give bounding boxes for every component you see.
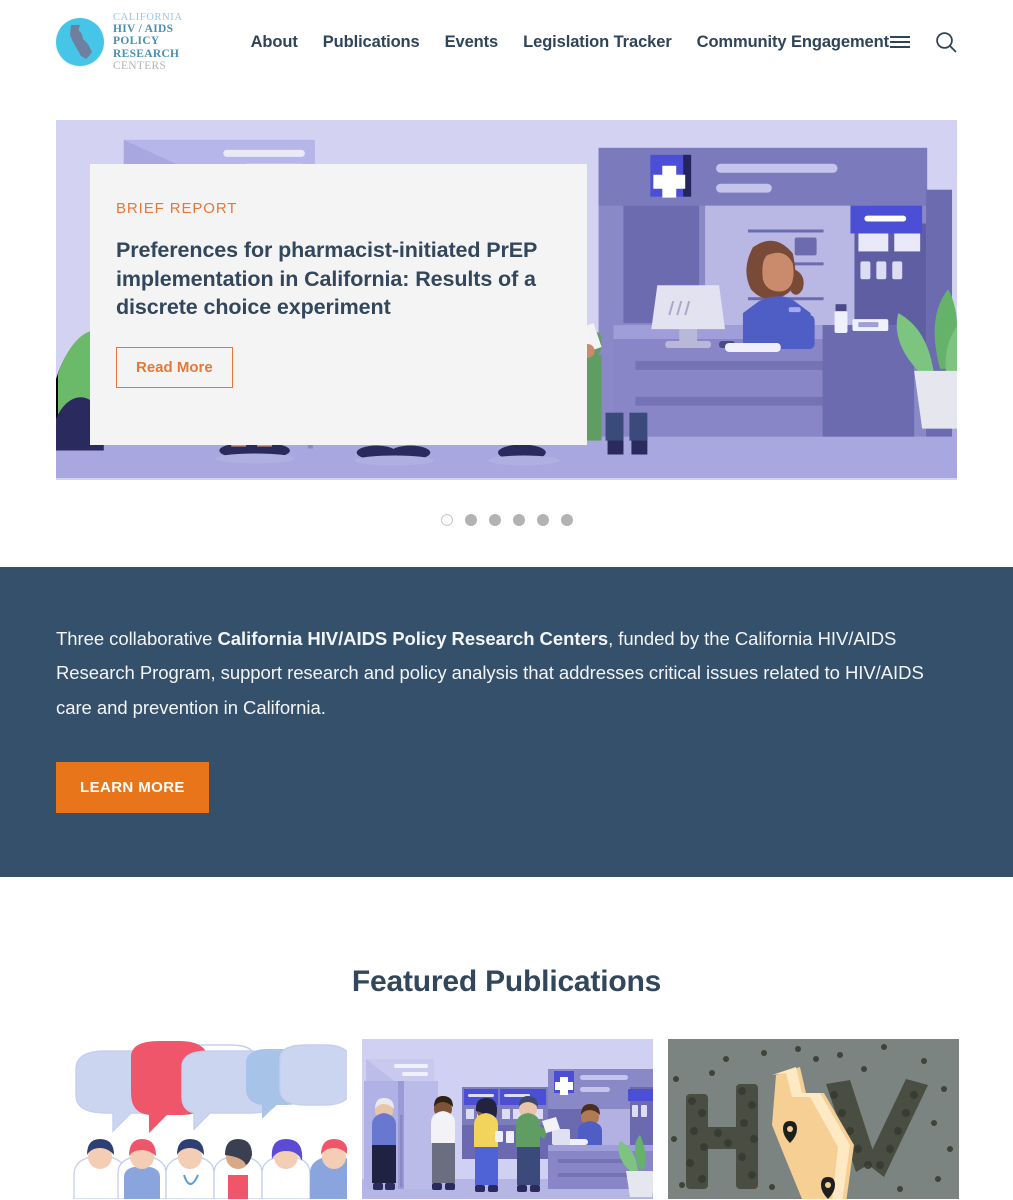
nav-item-about[interactable]: About <box>251 33 298 52</box>
site-header: CALIFORNIA HIV / AIDS POLICY RESEARCH CE… <box>0 0 1013 84</box>
brand-line-3-strong: RESEARCH <box>113 47 180 60</box>
featured-publications-section: Featured Publications <box>0 877 1013 1199</box>
pharmacy-queue-illustration-icon <box>362 1039 653 1199</box>
hero-carousel: Rx <box>0 84 1013 526</box>
publication-card[interactable] <box>56 1039 347 1199</box>
search-icon[interactable] <box>935 31 957 53</box>
healthcare-workers-speech-bubbles-illustration-icon <box>56 1039 347 1199</box>
nav-item-publications[interactable]: Publications <box>323 33 420 52</box>
nav-item-legislation-tracker[interactable]: Legislation Tracker <box>523 33 672 52</box>
california-state-circle-logo-icon <box>56 17 104 66</box>
read-more-button[interactable]: Read More <box>116 346 233 388</box>
publication-card[interactable] <box>362 1039 653 1199</box>
carousel-dot-5[interactable] <box>536 514 549 526</box>
carousel-dot-1[interactable] <box>440 514 453 526</box>
brand-line-3-light: CENTERS <box>113 60 167 73</box>
hiv-crowd-california-map-photo-icon <box>668 1039 959 1199</box>
brand-line-3: RESEARCH CENTERS <box>113 48 207 73</box>
nav-item-community-engagement[interactable]: Community Engagement <box>697 33 889 52</box>
site-logo[interactable]: CALIFORNIA HIV / AIDS POLICY RESEARCH CE… <box>56 12 207 73</box>
header-tools <box>889 31 957 53</box>
brand-line-1: CALIFORNIA <box>113 11 183 23</box>
learn-more-button[interactable]: LEARN MORE <box>56 762 209 814</box>
hero-slide: Rx <box>56 120 957 480</box>
carousel-dot-6[interactable] <box>560 514 573 526</box>
brand-line-2: HIV / AIDS POLICY <box>113 22 174 48</box>
intro-paragraph: Three collaborative California HIV/AIDS … <box>56 622 936 725</box>
page-title: Featured Publications <box>351 965 662 998</box>
primary-navigation: About Publications Events Legislation Tr… <box>251 33 890 52</box>
carousel-dot-3[interactable] <box>488 514 501 526</box>
hero-kicker: BRIEF REPORT <box>116 200 238 217</box>
carousel-dot-4[interactable] <box>512 514 525 526</box>
intro-band: Three collaborative California HIV/AIDS … <box>0 567 1013 877</box>
nav-item-events[interactable]: Events <box>445 33 499 52</box>
hero-content-card: BRIEF REPORT Preferences for pharmacist-… <box>90 164 587 445</box>
intro-text-before: Three collaborative <box>56 628 218 649</box>
hero-title: Preferences for pharmacist-initiated PrE… <box>116 238 537 320</box>
intro-text-bold: California HIV/AIDS Policy Research Cent… <box>217 628 609 649</box>
carousel-dots <box>56 480 957 526</box>
carousel-dot-2[interactable] <box>464 514 477 526</box>
brand-wordmark: CALIFORNIA HIV / AIDS POLICY RESEARCH CE… <box>113 12 207 73</box>
publication-card[interactable] <box>668 1039 959 1199</box>
publication-card-grid <box>56 1039 959 1199</box>
hamburger-menu-icon[interactable] <box>889 34 911 50</box>
